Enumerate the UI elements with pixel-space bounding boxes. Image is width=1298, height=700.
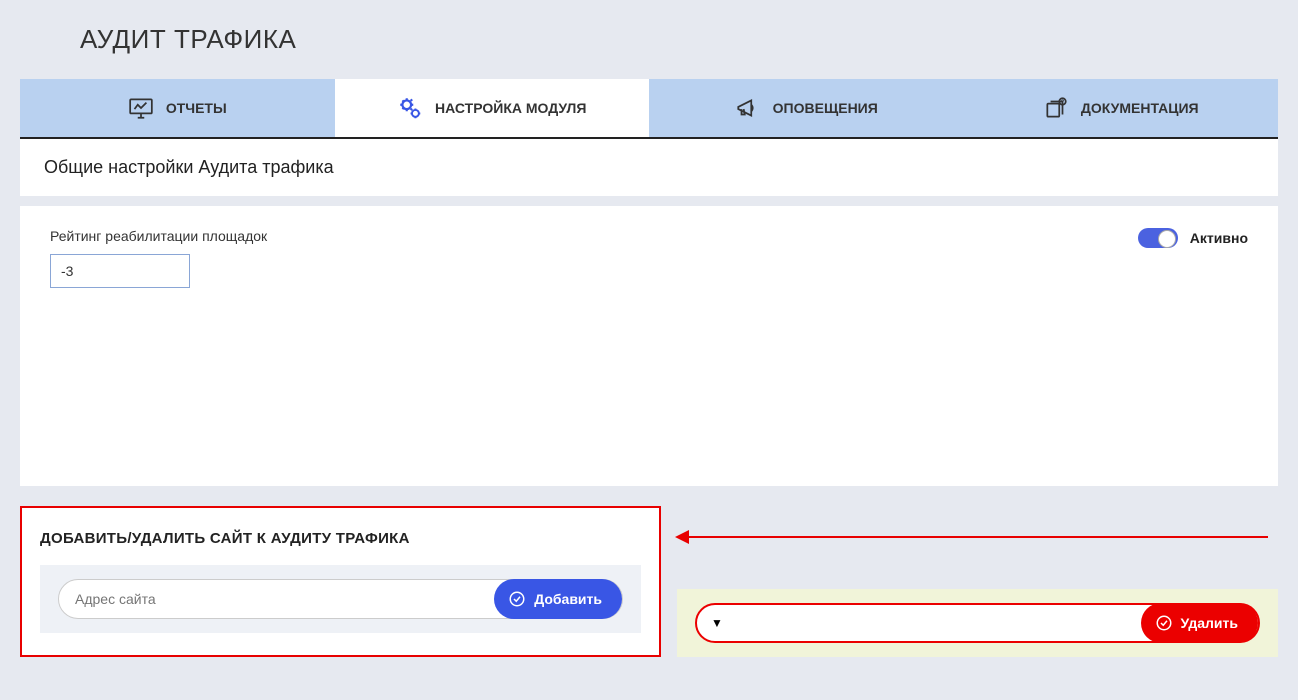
rating-label: Рейтинг реабилитации площадок: [50, 228, 267, 244]
tab-notifications-label: ОПОВЕЩЕНИЯ: [773, 100, 878, 116]
active-toggle-label: Активно: [1190, 230, 1248, 246]
settings-panel: Рейтинг реабилитации площадок Активно: [20, 206, 1278, 486]
arrow-annotation: [677, 536, 1268, 538]
tab-docs[interactable]: ? ДОКУМЕНТАЦИЯ: [964, 79, 1279, 137]
megaphone-icon: [735, 95, 761, 121]
delete-button[interactable]: Удалить: [1141, 603, 1258, 643]
monitor-icon: [128, 95, 154, 121]
title-bar: АУДИТ ТРАФИКА: [0, 0, 1298, 79]
check-circle-icon: [1155, 614, 1173, 632]
tab-settings[interactable]: НАСТРОЙКА МОДУЛЯ: [335, 79, 650, 137]
page-title: АУДИТ ТРАФИКА: [80, 24, 1298, 55]
add-button[interactable]: Добавить: [494, 579, 622, 619]
tab-reports[interactable]: ОТЧЕТЫ: [20, 79, 335, 137]
rating-input[interactable]: [50, 254, 190, 288]
section-header: Общие настройки Аудита трафика: [20, 139, 1278, 196]
gears-icon: [397, 95, 423, 121]
remove-site-box: ▼ Удалить: [677, 506, 1278, 657]
delete-button-label: Удалить: [1181, 615, 1238, 631]
check-circle-icon: [508, 590, 526, 608]
site-select-pill[interactable]: ▼ Удалить: [695, 603, 1260, 643]
svg-text:?: ?: [1061, 100, 1064, 106]
add-button-label: Добавить: [534, 591, 602, 607]
active-toggle[interactable]: [1138, 228, 1178, 248]
tab-docs-label: ДОКУМЕНТАЦИЯ: [1081, 100, 1199, 116]
site-select-input[interactable]: [723, 605, 1143, 641]
tabs: ОТЧЕТЫ НАСТРОЙКА МОДУЛЯ ОПОВЕЩЕНИЯ ? ДОК…: [20, 79, 1278, 139]
site-address-pill: Добавить: [58, 579, 623, 619]
chevron-down-icon: ▼: [711, 616, 723, 630]
site-address-input[interactable]: [59, 580, 496, 618]
add-site-box: ДОБАВИТЬ/УДАЛИТЬ САЙТ К АУДИТУ ТРАФИКА Д…: [20, 506, 661, 657]
add-site-title: ДОБАВИТЬ/УДАЛИТЬ САЙТ К АУДИТУ ТРАФИКА: [40, 530, 641, 547]
tab-notifications[interactable]: ОПОВЕЩЕНИЯ: [649, 79, 964, 137]
bottom-row: ДОБАВИТЬ/УДАЛИТЬ САЙТ К АУДИТУ ТРАФИКА Д…: [20, 506, 1278, 657]
docs-icon: ?: [1043, 95, 1069, 121]
tab-reports-label: ОТЧЕТЫ: [166, 100, 227, 116]
tab-settings-label: НАСТРОЙКА МОДУЛЯ: [435, 100, 586, 116]
